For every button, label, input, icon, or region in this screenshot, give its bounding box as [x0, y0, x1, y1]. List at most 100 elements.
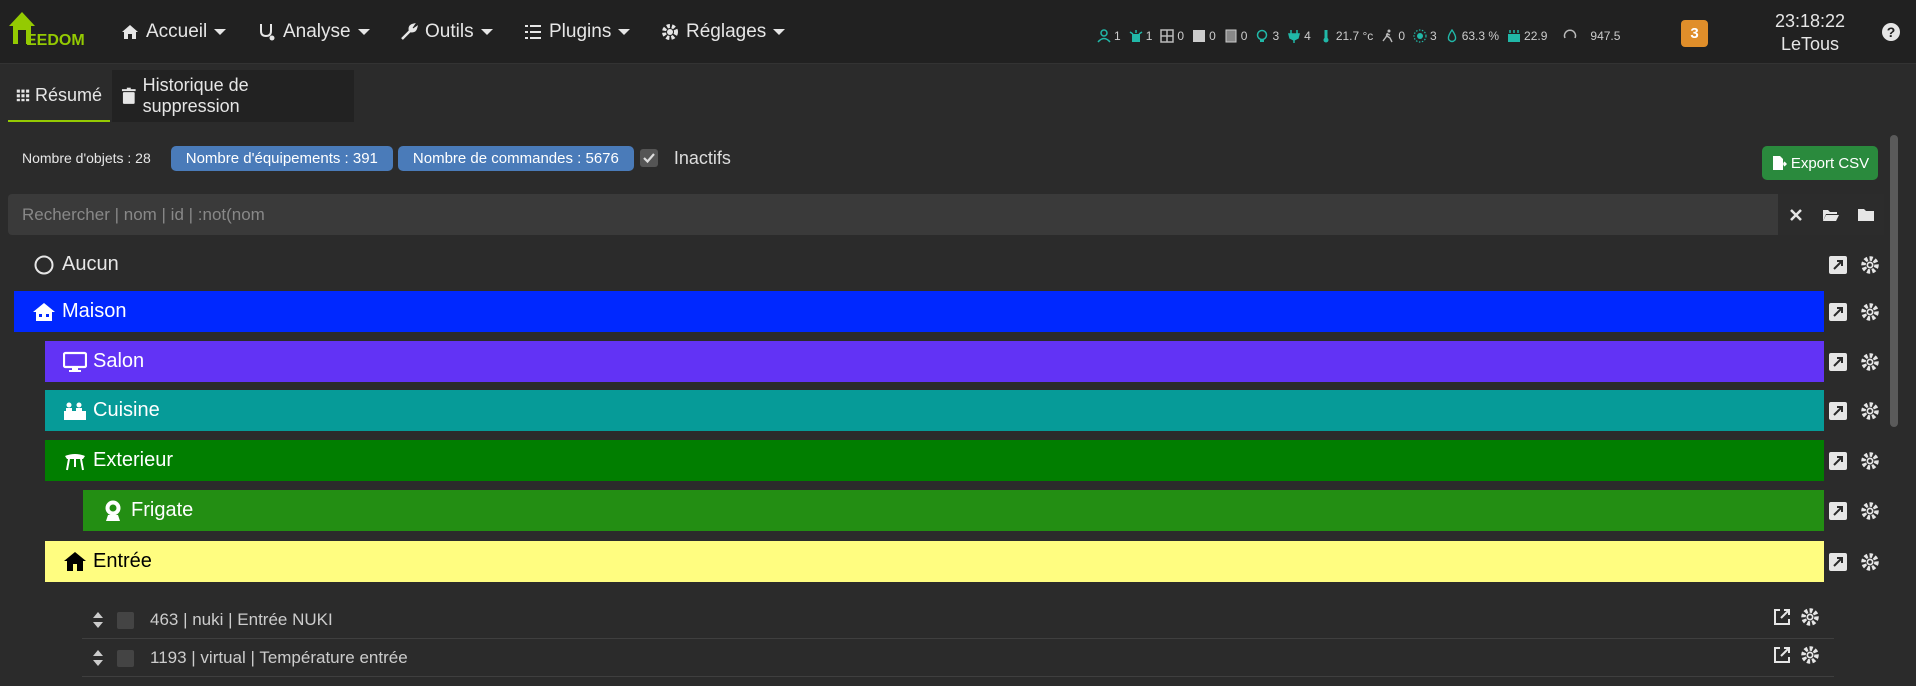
object-row-cuisine[interactable]: Cuisine	[45, 390, 1824, 431]
chevron-down-icon	[480, 29, 493, 35]
summary-heating[interactable]: 22.9	[1507, 29, 1547, 43]
summary-light[interactable]: 3	[1255, 29, 1279, 43]
home-door-icon	[64, 551, 86, 571]
chevron-down-icon	[618, 29, 631, 35]
clock-time: 23:18:22	[1774, 11, 1846, 31]
gear-icon[interactable]	[1860, 255, 1880, 275]
clock[interactable]: 23:18:22 LeTous	[1760, 10, 1860, 56]
sort-icon[interactable]	[92, 611, 104, 629]
summary-alarm[interactable]: 1	[1129, 29, 1152, 43]
tab-historique-suppression[interactable]: Historique de suppression	[112, 70, 354, 122]
object-actions-maison	[1828, 291, 1880, 332]
chevron-down-icon	[357, 29, 370, 35]
external-link-icon[interactable]	[1772, 645, 1792, 665]
nav-plugins[interactable]: Plugins	[523, 0, 631, 64]
shutter-icon	[1193, 30, 1206, 42]
object-row-salon[interactable]: Salon	[45, 341, 1824, 382]
nav-reglages[interactable]: Réglages	[660, 0, 786, 64]
open-external-icon[interactable]	[1828, 401, 1848, 421]
object-actions-frigate	[1828, 490, 1880, 531]
camera-icon	[105, 500, 121, 521]
house-icon	[33, 302, 55, 321]
open-external-icon[interactable]	[1828, 552, 1848, 572]
summary-plug[interactable]: 4	[1287, 29, 1311, 43]
open-external-icon[interactable]	[1828, 255, 1848, 275]
nav-outils[interactable]: Outils	[399, 0, 493, 64]
check-icon	[643, 153, 655, 164]
search-bar	[8, 194, 1884, 235]
gear-icon[interactable]	[1860, 552, 1880, 572]
kitchen-icon	[64, 402, 86, 420]
nav-label: Analyse	[283, 21, 351, 42]
inactive-checkbox[interactable]	[639, 149, 658, 167]
tv-icon	[63, 351, 87, 372]
search-input[interactable]	[8, 194, 1778, 235]
object-row-maison[interactable]: Maison	[14, 291, 1824, 332]
wrench-icon	[401, 23, 418, 40]
export-csv-button[interactable]: Export CSV	[1762, 146, 1878, 180]
tab-label: Résumé	[34, 84, 102, 105]
open-external-icon[interactable]	[1828, 501, 1848, 521]
object-row-frigate[interactable]: Frigate	[83, 490, 1824, 531]
object-row-exterieur[interactable]: Exterieur	[45, 440, 1824, 481]
summary-humidity[interactable]: 63.3 %	[1445, 29, 1499, 43]
gear-icon[interactable]	[1860, 302, 1880, 322]
gear-icon[interactable]	[1800, 645, 1820, 665]
object-row-entree[interactable]: Entrée	[45, 541, 1824, 582]
notifications-badge[interactable]: 3	[1681, 20, 1708, 47]
summary-window[interactable]: 0	[1160, 29, 1184, 43]
current-profile: LeTous	[1780, 34, 1840, 54]
equipment-label: 463 | nuki | Entrée NUKI	[150, 610, 333, 629]
gear-icon[interactable]	[1860, 501, 1880, 521]
gear-icon[interactable]	[1860, 451, 1880, 471]
jeedom-logo[interactable]: EEDOM	[6, 8, 96, 54]
sort-icon[interactable]	[92, 649, 104, 667]
gear-icon[interactable]	[1800, 607, 1820, 627]
svg-text:?: ?	[1887, 24, 1896, 40]
help-icon[interactable]: ?	[1881, 22, 1901, 42]
nav-accueil[interactable]: Accueil	[120, 0, 227, 64]
object-name: Frigate	[131, 499, 194, 521]
folder-open-icon[interactable]	[1822, 206, 1840, 224]
open-external-icon[interactable]	[1828, 352, 1848, 372]
stethoscope-icon	[260, 24, 275, 41]
open-external-icon[interactable]	[1828, 451, 1848, 471]
summary-pressure[interactable]: 947.5	[1563, 29, 1620, 43]
export-label: Export CSV	[1790, 154, 1870, 172]
equipment-row[interactable]: 1193 | virtual | Température entrée	[82, 640, 1834, 677]
equipment-checkbox[interactable]	[117, 649, 134, 667]
counts-row: Nombre d'objets : 28 Nombre d'équipement…	[22, 145, 731, 171]
nav-analyse[interactable]: Analyse	[257, 0, 370, 64]
summary-presence[interactable]: 1	[1097, 29, 1121, 43]
open-external-icon[interactable]	[1828, 302, 1848, 322]
tab-resume[interactable]: Résumé	[8, 70, 110, 122]
equipment-label: 1193 | virtual | Température entrée	[150, 648, 408, 667]
object-name: Exterieur	[93, 449, 174, 471]
gear-icon[interactable]	[1860, 352, 1880, 372]
object-row-aucun[interactable]: Aucun	[14, 244, 1824, 285]
equipment-checkbox[interactable]	[117, 611, 134, 629]
gear-icon[interactable]	[1860, 401, 1880, 421]
nav-label: Réglages	[686, 21, 767, 42]
search-buttons	[1778, 194, 1884, 235]
summary-door[interactable]: 0	[1224, 29, 1247, 43]
scrollbar-thumb[interactable]	[1890, 135, 1898, 427]
file-export-icon	[1772, 156, 1787, 170]
heater-icon	[1508, 30, 1521, 42]
logo-text: EEDOM	[26, 32, 85, 49]
nav-label: Accueil	[146, 21, 208, 42]
close-icon[interactable]	[1787, 206, 1805, 224]
external-link-icon[interactable]	[1772, 607, 1792, 627]
tab-label: Historique de suppression	[142, 75, 249, 116]
summary-shutter[interactable]: 0	[1192, 29, 1216, 43]
nav-label: Outils	[425, 21, 474, 42]
object-name: Entrée	[93, 550, 152, 572]
summary-luminosity[interactable]: 3	[1413, 29, 1437, 43]
folder-icon[interactable]	[1857, 206, 1875, 224]
thermometer-icon	[1323, 30, 1329, 43]
pressure-icon	[1564, 29, 1577, 39]
summary-temperature[interactable]: 21.7 °c	[1319, 29, 1373, 43]
equipment-row[interactable]: 463 | nuki | Entrée NUKI	[82, 602, 1834, 639]
summary-motion[interactable]: 0	[1381, 29, 1405, 43]
objects-count: Nombre d'objets : 28	[22, 150, 151, 166]
